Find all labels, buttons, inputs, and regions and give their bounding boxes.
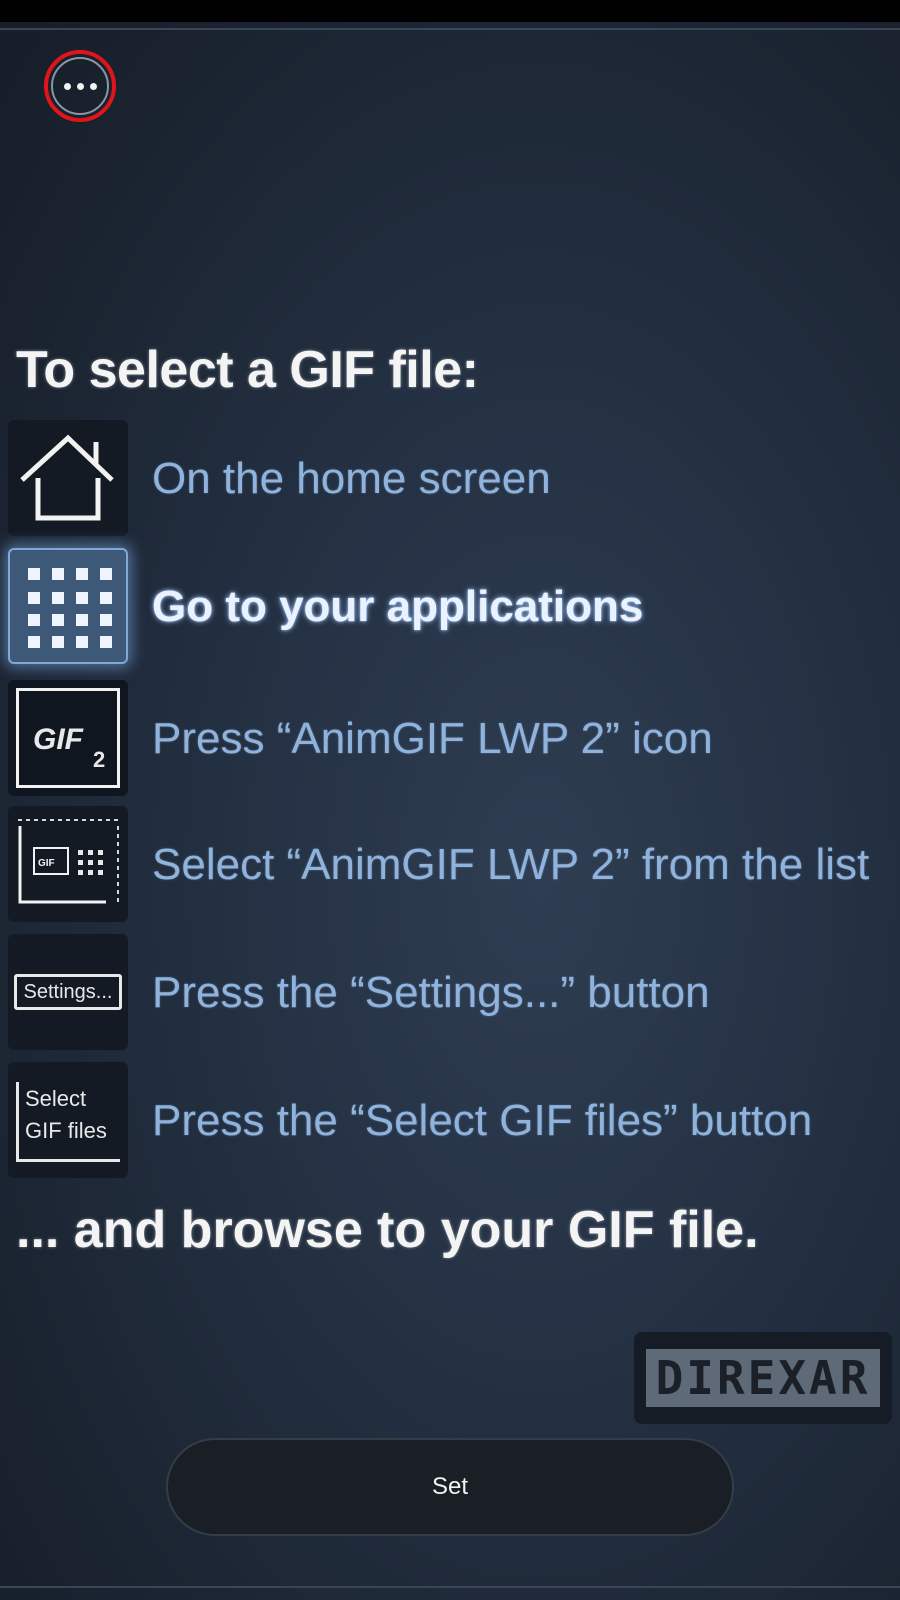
bottom-divider [0, 1586, 900, 1588]
apps-grid-icon [8, 548, 128, 664]
more-options-icon [51, 57, 109, 115]
status-bar [0, 0, 900, 22]
step-text: Press the “Select GIF files” button [152, 1096, 813, 1145]
step-press-app-icon: GIF 2 Press “AnimGIF LWP 2” icon [8, 680, 888, 798]
step-text: Select “AnimGIF LWP 2” from the list [152, 840, 870, 889]
more-options-button[interactable] [44, 50, 116, 122]
step-select-from-list: GIF Select “AnimGIF LWP 2” from the list [8, 806, 888, 924]
step-text: On the home screen [152, 454, 551, 503]
top-divider [0, 28, 900, 30]
settings-button-icon: Settings... [8, 934, 128, 1050]
wallpaper-list-icon: GIF [8, 806, 128, 922]
step-text: Press the “Settings...” button [152, 968, 710, 1017]
step-home-screen: On the home screen [8, 420, 888, 538]
browse-instruction: ... and browse to your GIF file. [16, 1201, 759, 1259]
set-button[interactable]: Set [166, 1438, 734, 1536]
screen: To select a GIF file: On the home screen [0, 0, 900, 1600]
svg-text:GIF: GIF [38, 858, 55, 869]
select-icon-line2: GIF files [25, 1118, 107, 1143]
gif2-app-icon: GIF 2 [8, 680, 128, 796]
logo-text: DIREXAR [645, 1349, 881, 1407]
gif-sub-label: 2 [93, 747, 106, 772]
select-gif-button-icon: Select GIF files [8, 1062, 128, 1178]
gif-label: GIF [33, 723, 83, 756]
home-icon [8, 420, 128, 536]
direxar-logo: DIREXAR [634, 1332, 892, 1424]
step-applications: Go to your applications [8, 548, 888, 666]
step-press-settings: Settings... Press the “Settings...” butt… [8, 934, 888, 1052]
step-press-select-gif: Select GIF files Press the “Select GIF f… [8, 1062, 888, 1180]
step-text: Go to your applications [152, 582, 644, 631]
select-icon-line1: Select [25, 1086, 87, 1111]
step-text: Press “AnimGIF LWP 2” icon [152, 714, 713, 763]
settings-icon-label: Settings... [23, 980, 113, 1003]
instructions-heading: To select a GIF file: [16, 341, 479, 399]
